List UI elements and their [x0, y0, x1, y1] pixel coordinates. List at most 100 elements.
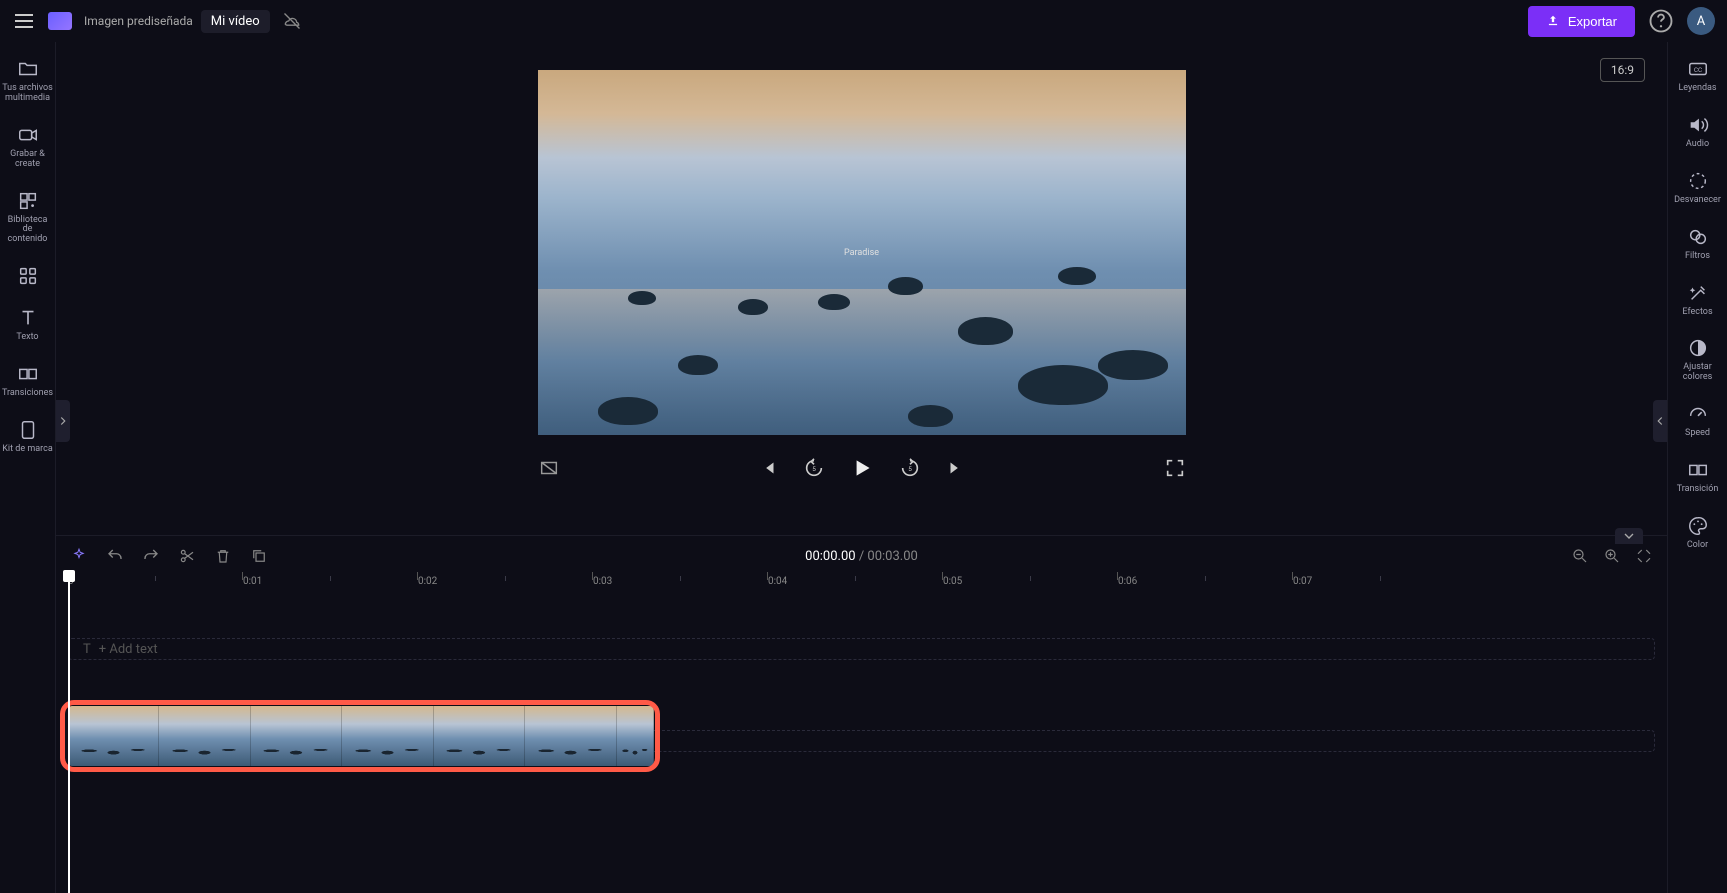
sidebar-item-label: Biblioteca de contenido: [2, 216, 53, 246]
sidebar-item-text[interactable]: Texto: [0, 299, 55, 351]
chevron-down-icon: [1615, 528, 1643, 544]
sidebar-item-color[interactable]: Color: [1668, 507, 1727, 559]
collapse-timeline-button[interactable]: [1615, 528, 1643, 544]
playhead[interactable]: [68, 576, 70, 893]
redo-button[interactable]: [142, 547, 160, 565]
sidebar-item-label: Efectos: [1682, 308, 1712, 318]
skip-end-button[interactable]: [945, 457, 967, 479]
sidebar-item-audio[interactable]: Audio: [1668, 106, 1727, 158]
redo-icon: [142, 547, 160, 565]
sidebar-item-effects[interactable]: Efectos: [1668, 274, 1727, 326]
speed-icon: [1687, 403, 1709, 425]
sidebar-item-record[interactable]: Grabar & create: [0, 116, 55, 178]
sidebar-item-transitions[interactable]: Transiciones: [0, 355, 55, 407]
sidebar-item-filters[interactable]: Filtros: [1668, 218, 1727, 270]
duplicate-button[interactable]: [250, 547, 268, 565]
sidebar-item-label: Grabar & create: [10, 150, 45, 170]
sidebar-item-library[interactable]: Biblioteca de contenido: [0, 182, 55, 254]
zoom-out-button[interactable]: [1571, 547, 1589, 565]
fit-timeline-button[interactable]: [1635, 547, 1653, 565]
add-text-track[interactable]: T + Add text: [68, 638, 1655, 660]
scissors-icon: [178, 547, 196, 565]
upload-icon: [1546, 14, 1560, 28]
avatar[interactable]: A: [1687, 7, 1715, 35]
expand-right-panel[interactable]: [1653, 400, 1667, 442]
apps-icon: [17, 265, 39, 287]
delete-button[interactable]: [214, 547, 232, 565]
center-area: 16:9 Paradise: [56, 42, 1667, 893]
sidebar-item-speed[interactable]: Speed: [1668, 395, 1727, 447]
duration-time: 00:03.00: [867, 549, 917, 564]
svg-text:5: 5: [812, 465, 816, 473]
timeline-panel: 00:00.00 / 00:03.00 0 0:01 0:02: [56, 535, 1667, 893]
zoom-in-button[interactable]: [1603, 547, 1621, 565]
sidebar-item-apps[interactable]: [0, 257, 55, 295]
hamburger-icon: [12, 9, 36, 33]
menu-button[interactable]: [12, 9, 36, 33]
sidebar-item-adjust-colors[interactable]: Ajustar colores: [1668, 329, 1727, 391]
svg-text:5: 5: [908, 465, 912, 473]
safe-zone-toggle[interactable]: [538, 457, 560, 479]
rewind-icon: 5: [803, 457, 825, 479]
current-time: 00:00.00: [805, 549, 855, 564]
export-button-label: Exportar: [1568, 14, 1617, 29]
sidebar-item-label: Transiciones: [2, 389, 53, 399]
ruler-tick: 0:06: [1118, 576, 1137, 587]
sidebar-item-media[interactable]: Tus archivos multimedia: [0, 50, 55, 112]
help-icon: [1647, 7, 1675, 35]
play-icon: [849, 455, 875, 481]
cloud-off-icon[interactable]: [282, 11, 302, 31]
sidebar-item-label: Color: [1687, 541, 1708, 551]
text-icon: [17, 307, 39, 329]
sidebar-item-brand[interactable]: Kit de marca: [0, 411, 55, 463]
zoom-in-icon: [1603, 547, 1621, 565]
copy-icon: [250, 547, 268, 565]
ruler-tick: 0:03: [593, 576, 612, 587]
avatar-letter: A: [1697, 14, 1705, 29]
right-sidebar: CC Leyendas Audio Desvanecer Filtros Efe…: [1667, 42, 1727, 893]
ruler-tick: 0:07: [1293, 576, 1312, 587]
export-button[interactable]: Exportar: [1528, 6, 1635, 37]
ruler-tick: 0:04: [768, 576, 787, 587]
ruler-tick: 0:05: [943, 576, 962, 587]
sidebar-item-fade[interactable]: Desvanecer: [1668, 162, 1727, 214]
cut-button[interactable]: [178, 547, 196, 565]
timeline-ruler[interactable]: 0 0:01 0:02 0:03 0:04 0:05 0:06 0:07: [68, 576, 1655, 600]
sidebar-item-label: Audio: [1686, 140, 1709, 150]
sparkle-icon: [70, 547, 88, 565]
ruler-tick: 0:01: [243, 576, 262, 587]
sidebar-item-label: Kit de marca: [2, 445, 52, 455]
effects-icon: [1687, 282, 1709, 304]
filters-icon: [1687, 226, 1709, 248]
trash-icon: [214, 547, 232, 565]
speaker-icon: [1687, 114, 1709, 136]
help-button[interactable]: [1647, 7, 1675, 35]
sidebar-item-transition[interactable]: Transición: [1668, 451, 1727, 503]
transition2-icon: [1687, 459, 1709, 481]
video-preview[interactable]: Paradise: [538, 70, 1186, 435]
adjust-icon: [1687, 337, 1709, 359]
auto-compose-button[interactable]: [70, 547, 88, 565]
rewind-button[interactable]: 5: [803, 457, 825, 479]
forward-button[interactable]: 5: [899, 457, 921, 479]
project-kind-label: Imagen prediseñada: [84, 14, 193, 28]
sidebar-item-label: Tus archivos multimedia: [2, 84, 53, 104]
skip-start-icon: [757, 457, 779, 479]
sidebar-item-captions[interactable]: CC Leyendas: [1668, 50, 1727, 102]
project-name-input[interactable]: Mi vídeo: [201, 10, 270, 33]
undo-button[interactable]: [106, 547, 124, 565]
play-button[interactable]: [849, 455, 875, 481]
timeline-toolbar: 00:00.00 / 00:03.00: [56, 536, 1667, 576]
library-icon: [17, 190, 39, 212]
aspect-ratio-button[interactable]: 16:9: [1600, 58, 1645, 82]
fullscreen-button[interactable]: [1164, 457, 1186, 479]
sidebar-item-label: Texto: [16, 333, 38, 343]
sidebar-item-label: Ajustar colores: [1671, 363, 1725, 383]
undo-icon: [106, 547, 124, 565]
topbar: Imagen prediseñada Mi vídeo Exportar A: [0, 0, 1727, 42]
sidebar-item-label: Leyendas: [1678, 84, 1716, 94]
skip-start-button[interactable]: [757, 457, 779, 479]
app-logo-icon: [48, 12, 72, 30]
palette-icon: [1687, 515, 1709, 537]
preview-overlay-text: Paradise: [844, 248, 879, 258]
